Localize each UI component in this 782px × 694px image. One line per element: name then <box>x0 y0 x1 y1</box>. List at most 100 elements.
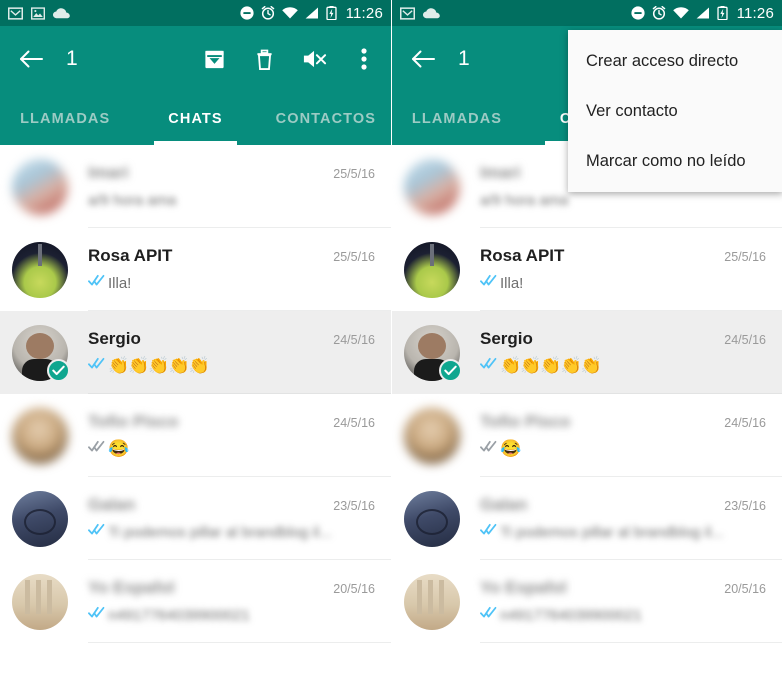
tab-llamadas[interactable]: LLAMADAS <box>0 92 130 145</box>
status-bar-right: 11:26 <box>392 0 782 26</box>
avatar <box>12 490 68 547</box>
chat-emoji: 👏👏👏👏👏 <box>500 356 602 375</box>
chat-name: Rosa APIT <box>88 246 173 265</box>
alarm-icon <box>652 6 666 20</box>
chat-snippet: Illa! <box>108 274 132 292</box>
chat-row-selected[interactable]: Sergio 👏👏👏👏👏 24/5/16 <box>0 311 391 394</box>
chat-list-left[interactable]: Imari a/9 hora ama 25/5/16 Rosa APIT Ill… <box>0 145 391 694</box>
back-arrow-icon[interactable] <box>14 42 48 76</box>
overflow-context-menu[interactable]: Crear acceso directo Ver contacto Marcar… <box>568 30 782 192</box>
chat-date: 25/5/16 <box>724 250 766 264</box>
read-receipt-icon <box>88 274 105 292</box>
chat-name: Imari <box>88 163 129 182</box>
avatar <box>404 490 460 547</box>
avatar <box>404 407 460 464</box>
read-receipt-icon <box>88 357 105 375</box>
overflow-menu-icon[interactable] <box>351 46 377 72</box>
avatar-image <box>12 490 68 547</box>
chat-date: 24/5/16 <box>333 416 375 430</box>
chat-snippet-row: a/9 hora ama <box>88 189 333 211</box>
wifi-icon <box>672 7 689 19</box>
menu-item-ver-contacto[interactable]: Ver contacto <box>568 86 782 136</box>
status-bar-left: 11:26 <box>0 0 391 26</box>
read-receipt-icon <box>88 523 105 541</box>
status-bar-clock: 11:26 <box>345 4 383 22</box>
app-bar-actions <box>201 46 377 72</box>
right-phone-screen: 11:26 1 LLAMADAS CHATS CONTACTOS Imari <box>391 0 782 694</box>
selection-count: 1 <box>66 47 78 70</box>
gmail-icon <box>8 6 23 20</box>
delete-icon[interactable] <box>251 46 277 72</box>
chat-snippet: Ti podemos pillar al brandblog il... <box>500 523 724 541</box>
chat-meta: Galan Ti podemos pillar al brandblog il.… <box>480 494 724 543</box>
status-bar-left-icons <box>8 6 70 20</box>
chat-row[interactable]: Galan Ti podemos pillar al brandblog il.… <box>392 477 782 560</box>
chat-row-selected[interactable]: Sergio 👏👏👏👏👏 24/5/16 <box>392 311 782 394</box>
chat-snippet: Ti podemos pillar al brandblog il... <box>108 523 332 541</box>
chat-snippet: Illa! <box>500 274 524 292</box>
chat-meta: Sergio 👏👏👏👏👏 <box>480 328 724 377</box>
chat-meta: Sergio 👏👏👏👏👏 <box>88 328 333 377</box>
avatar-image <box>12 573 68 630</box>
avatar-image <box>404 158 460 215</box>
chat-row[interactable]: Yo Espafol n4917764039900021 20/5/16 <box>392 560 782 643</box>
chat-row[interactable]: Tofio Pisco 😂 24/5/16 <box>392 394 782 477</box>
avatar <box>404 324 462 382</box>
avatar-image <box>404 490 460 547</box>
chat-date: 25/5/16 <box>333 250 375 264</box>
chat-snippet-row: 👏👏👏👏👏 <box>88 355 333 377</box>
chat-snippet-row: 👏👏👏👏👏 <box>480 355 724 377</box>
chat-row[interactable]: Yo Espafol n4917764039900021 20/5/16 <box>0 560 391 643</box>
selection-check-badge <box>439 358 462 382</box>
avatar-image <box>12 241 68 298</box>
chat-name: Sergio <box>480 329 533 348</box>
chat-snippet-row: n4917764039900021 <box>480 604 724 626</box>
chat-snippet: a/9 hora ama <box>88 191 177 209</box>
back-arrow-icon[interactable] <box>406 42 440 76</box>
selection-check-badge <box>47 358 70 382</box>
tab-chats[interactable]: CHATS <box>130 92 260 145</box>
chat-snippet-row: 😂 <box>88 438 333 460</box>
chat-row[interactable]: Rosa APIT Illa! 25/5/16 <box>0 228 391 311</box>
chat-row[interactable]: Rosa APIT Illa! 25/5/16 <box>392 228 782 311</box>
mute-icon[interactable] <box>301 46 327 72</box>
cloud-icon <box>53 7 70 19</box>
avatar-image <box>404 407 460 464</box>
chat-emoji: 😂 <box>500 439 521 458</box>
chat-meta: Tofio Pisco 😂 <box>480 411 724 460</box>
read-receipt-icon <box>480 357 497 375</box>
chat-meta: Imari a/9 hora ama <box>88 162 333 211</box>
chat-snippet-row: Illa! <box>480 272 724 294</box>
tab-llamadas[interactable]: LLAMADAS <box>392 92 522 145</box>
chat-row[interactable]: Imari a/9 hora ama 25/5/16 <box>0 145 391 228</box>
read-receipt-icon <box>88 606 105 624</box>
avatar <box>12 158 68 215</box>
menu-item-marcar-como-no-leido[interactable]: Marcar como no leído <box>568 136 782 186</box>
app-bar-left: 1 <box>0 26 391 92</box>
chat-date: 24/5/16 <box>333 333 375 347</box>
avatar <box>12 573 68 630</box>
chat-date: 24/5/16 <box>724 416 766 430</box>
chat-row[interactable]: Galan Ti podemos pillar al brandblog il.… <box>0 477 391 560</box>
signal-icon <box>696 7 710 19</box>
chat-meta: Tofio Pisco 😂 <box>88 411 333 460</box>
chat-name: Tofio Pisco <box>88 412 179 431</box>
chat-emoji: 👏👏👏👏👏 <box>108 356 210 375</box>
selection-count: 1 <box>458 47 470 70</box>
archive-icon[interactable] <box>201 46 227 72</box>
chat-name: Tofio Pisco <box>480 412 571 431</box>
chat-date: 23/5/16 <box>724 499 766 513</box>
status-bar-left-icons <box>400 6 440 20</box>
chat-meta: Galan Ti podemos pillar al brandblog il.… <box>88 494 333 543</box>
chat-snippet: n4917764039900021 <box>108 606 250 624</box>
gmail-icon <box>400 6 415 20</box>
tab-contactos[interactable]: CONTACTOS <box>261 92 391 145</box>
chat-snippet-row: Ti podemos pillar al brandblog il... <box>480 521 724 543</box>
chat-list-right[interactable]: Imari a/9 hora ama 25/5/16 Rosa APIT <box>392 145 782 694</box>
menu-item-crear-acceso-directo[interactable]: Crear acceso directo <box>568 36 782 86</box>
chat-meta: Yo Espafol n4917764039900021 <box>88 577 333 626</box>
chat-date: 23/5/16 <box>333 499 375 513</box>
avatar <box>404 573 460 630</box>
photo-icon <box>31 6 45 20</box>
chat-row[interactable]: Tofio Pisco 😂 24/5/16 <box>0 394 391 477</box>
